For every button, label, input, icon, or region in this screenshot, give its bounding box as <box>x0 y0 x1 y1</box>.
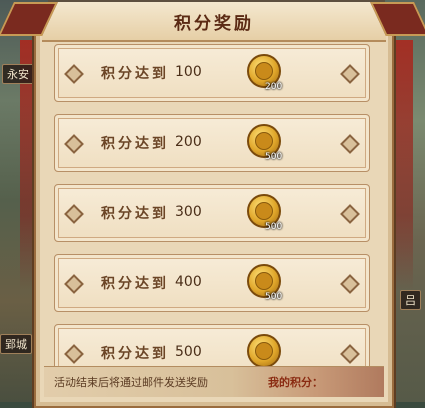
dialog-title-bar: 积分奖励 <box>0 2 425 42</box>
reward-row-threshold: 100 <box>175 64 202 80</box>
dialog-title: 积分奖励 <box>174 13 254 34</box>
title-cap-right <box>370 2 425 36</box>
reward-row: 积分达到 400 500 <box>54 254 370 312</box>
mail-reward-note: 活动结束后将通过邮件发送奖励 <box>54 376 208 389</box>
diamond-ornament-icon <box>64 204 84 224</box>
diamond-ornament-icon <box>64 64 84 84</box>
reward-row: 积分达到 200 500 <box>54 114 370 172</box>
my-score-label: 我的积分： <box>268 376 323 389</box>
diamond-ornament-icon <box>340 204 360 224</box>
reward-row-label: 积分达到 <box>101 276 169 292</box>
diamond-ornament-icon <box>340 274 360 294</box>
reward-row-threshold: 200 <box>175 134 202 150</box>
diamond-ornament-icon <box>64 344 84 364</box>
reward-row-threshold: 400 <box>175 274 202 290</box>
reward-row-threshold: 300 <box>175 204 202 220</box>
reward-list[interactable]: 积分达到 100 200 积分达到 200 500 积分达到 300 500 积… <box>54 44 370 394</box>
diamond-ornament-icon <box>340 134 360 154</box>
reward-quantity: 500 <box>265 222 283 232</box>
city-label-yingcheng[interactable]: 郢城 <box>0 334 32 354</box>
diamond-ornament-icon <box>64 134 84 154</box>
reward-row-label: 积分达到 <box>101 66 169 82</box>
reward-row-label: 积分达到 <box>101 346 169 362</box>
diamond-ornament-icon <box>64 274 84 294</box>
reward-quantity: 500 <box>265 292 283 302</box>
reward-quantity: 500 <box>265 152 283 162</box>
dialog-footer: 活动结束后将通过邮件发送奖励 我的积分： <box>44 366 384 397</box>
gold-tiger-coin-icon[interactable] <box>247 334 281 368</box>
reward-quantity: 200 <box>265 82 283 92</box>
reward-row-label: 积分达到 <box>101 136 169 152</box>
city-label-right[interactable]: 吕 <box>400 290 421 310</box>
score-reward-dialog: 积分奖励 积分达到 100 200 积分达到 200 500 积分达到 300 <box>0 2 425 408</box>
reward-row: 积分达到 300 500 <box>54 184 370 242</box>
diamond-ornament-icon <box>340 64 360 84</box>
reward-row-threshold: 500 <box>175 344 202 360</box>
reward-row: 积分达到 100 200 <box>54 44 370 102</box>
diamond-ornament-icon <box>340 344 360 364</box>
reward-row-label: 积分达到 <box>101 206 169 222</box>
city-label-yongan[interactable]: 永安 <box>2 64 34 84</box>
